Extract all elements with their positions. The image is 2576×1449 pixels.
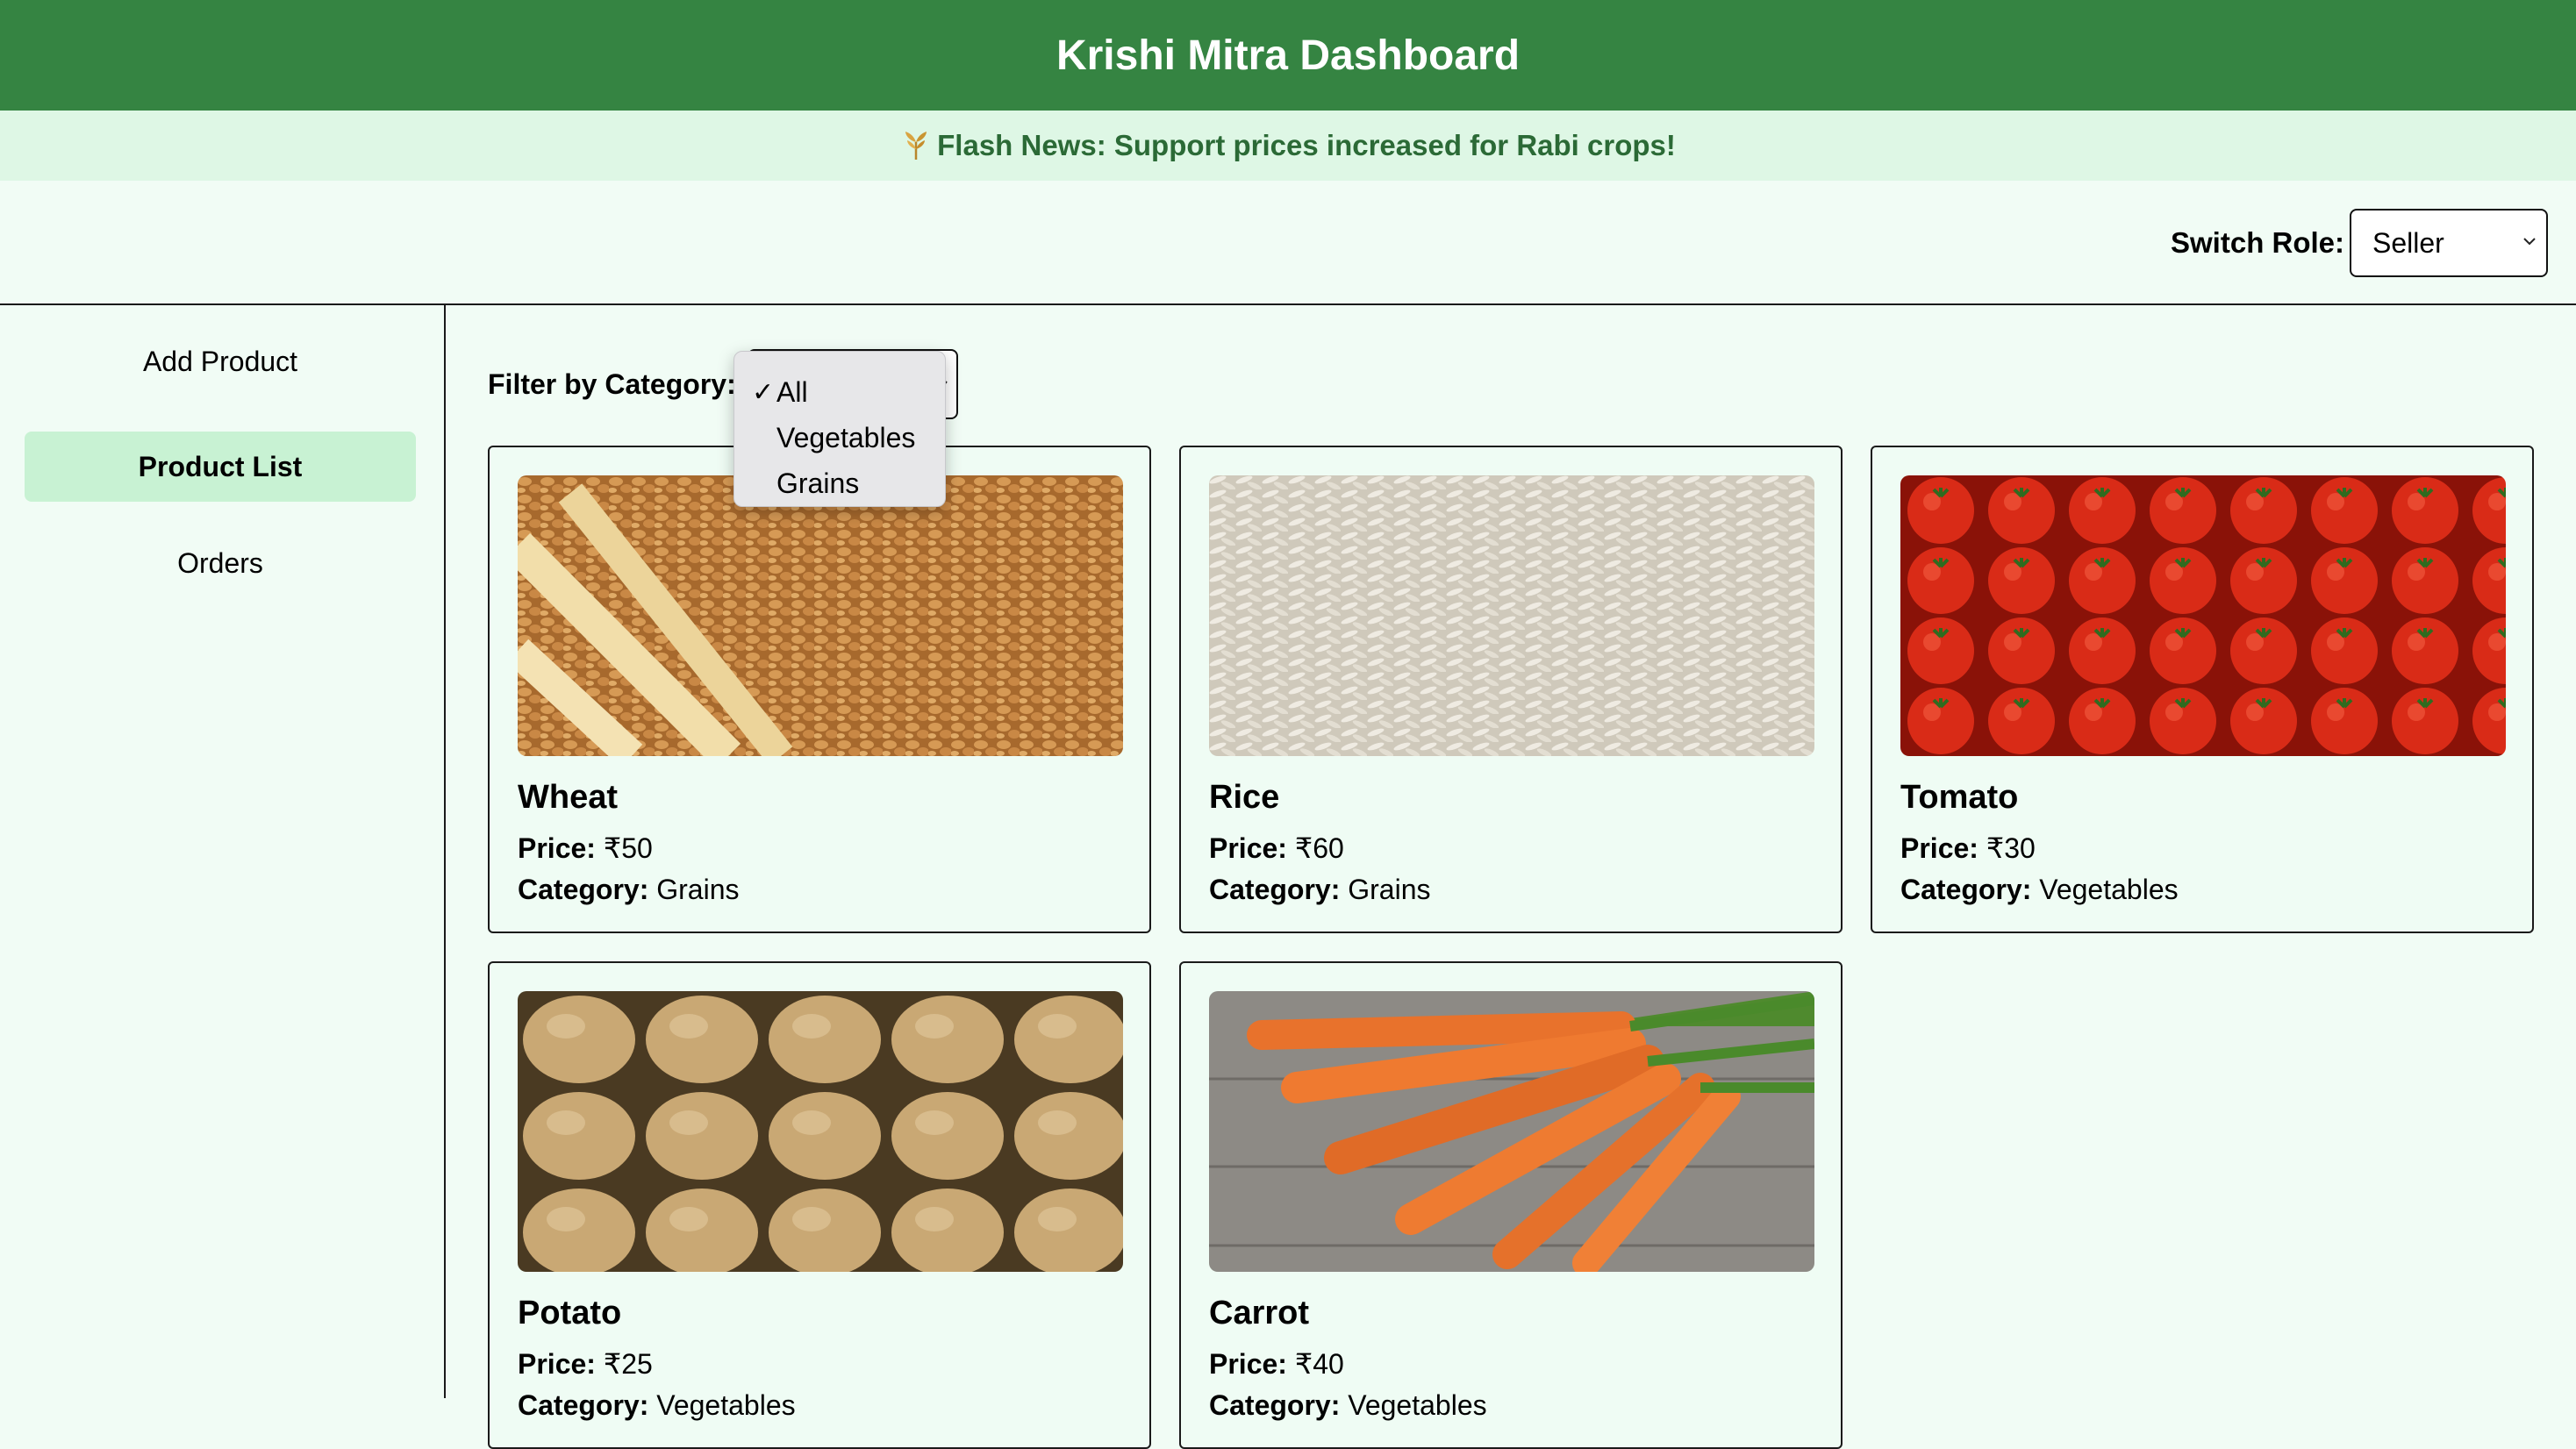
price-value: ₹30 <box>1986 832 2036 864</box>
category-option-vegetables[interactable]: Vegetables <box>734 415 945 460</box>
switch-role-label: Switch Role: <box>2171 226 2345 259</box>
product-price: Price: ₹60 <box>1209 832 1344 865</box>
sidebar-item-add-product[interactable]: Add Product <box>25 326 416 396</box>
product-card-carrot: Carrot Price: ₹40 Category: Vegetables <box>1179 961 1843 1449</box>
price-value: ₹60 <box>1294 832 1344 864</box>
option-label: Grains <box>776 467 860 499</box>
wheat-image <box>518 475 1123 756</box>
price-label: Price: <box>1209 1348 1287 1380</box>
product-name: Rice <box>1209 779 1280 816</box>
category-value: Grains <box>656 874 740 905</box>
category-option-all[interactable]: ✓ All <box>734 369 945 415</box>
role-select-value: Seller <box>2372 226 2444 259</box>
category-dropdown-menu: ✓ All Vegetables Grains <box>733 351 946 507</box>
category-value: Vegetables <box>1348 1389 1487 1421</box>
filter-category-label: Filter by Category: <box>488 368 736 400</box>
category-value: Vegetables <box>656 1389 796 1421</box>
product-name: Wheat <box>518 779 618 816</box>
price-value: ₹40 <box>1294 1348 1344 1380</box>
sidebar-item-product-list[interactable]: Product List <box>25 432 416 502</box>
category-value: Vegetables <box>2039 874 2179 905</box>
product-category: Category: Vegetables <box>1209 1389 1487 1422</box>
carrot-image <box>1209 991 1814 1272</box>
sidebar-item-label: Orders <box>177 546 263 579</box>
page-title: Krishi Mitra Dashboard <box>1055 32 1521 79</box>
option-label: All <box>776 375 808 408</box>
price-label: Price: <box>518 832 596 864</box>
checkmark-icon: ✓ <box>752 377 775 407</box>
sidebar-item-label: Add Product <box>142 345 298 377</box>
sidebar-item-orders[interactable]: Orders <box>25 528 416 598</box>
price-value: ₹25 <box>603 1348 653 1380</box>
role-select[interactable]: Seller <box>2350 209 2548 277</box>
category-label: Category: <box>518 1389 649 1421</box>
price-label: Price: <box>1209 832 1287 864</box>
tomato-image <box>1900 475 2506 756</box>
product-category: Category: Grains <box>1209 874 1431 906</box>
flash-news-banner: Flash News: Support prices increased for… <box>0 111 2576 181</box>
price-label: Price: <box>1900 832 1979 864</box>
product-card-wheat: Wheat Price: ₹50 Category: Grains <box>488 446 1151 933</box>
product-category: Category: Vegetables <box>1900 874 2179 906</box>
flash-news-text: Flash News: Support prices increased for… <box>937 129 1676 161</box>
product-name: Carrot <box>1209 1295 1310 1331</box>
product-name: Potato <box>518 1295 622 1331</box>
sidebar: Add Product Product List Orders <box>0 305 446 1398</box>
product-category: Category: Grains <box>518 874 740 906</box>
category-label: Category: <box>518 874 649 905</box>
category-label: Category: <box>1209 1389 1341 1421</box>
role-bar: Switch Role: Seller <box>0 181 2576 305</box>
category-value: Grains <box>1348 874 1431 905</box>
wheat-sheaf-icon <box>905 132 927 160</box>
product-card-tomato: Tomato Price: ₹30 Category: Vegetables <box>1871 446 2534 933</box>
option-label: Vegetables <box>776 421 916 453</box>
product-name: Tomato <box>1900 779 2019 816</box>
product-card-potato: Potato Price: ₹25 Category: Vegetables <box>488 961 1151 1449</box>
category-label: Category: <box>1900 874 2032 905</box>
category-option-grains[interactable]: Grains <box>734 460 945 506</box>
product-category: Category: Vegetables <box>518 1389 796 1422</box>
product-price: Price: ₹40 <box>1209 1347 1344 1381</box>
category-label: Category: <box>1209 874 1341 905</box>
product-price: Price: ₹50 <box>518 832 653 865</box>
price-value: ₹50 <box>603 832 653 864</box>
price-label: Price: <box>518 1348 596 1380</box>
chevron-down-icon <box>2523 238 2536 246</box>
product-price: Price: ₹30 <box>1900 832 2036 865</box>
potato-image <box>518 991 1123 1272</box>
rice-image <box>1209 475 1814 756</box>
product-price: Price: ₹25 <box>518 1347 653 1381</box>
app-header: Krishi Mitra Dashboard <box>0 0 2576 111</box>
product-card-rice: Rice Price: ₹60 Category: Grains <box>1179 446 1843 933</box>
sidebar-item-label: Product List <box>138 450 303 482</box>
